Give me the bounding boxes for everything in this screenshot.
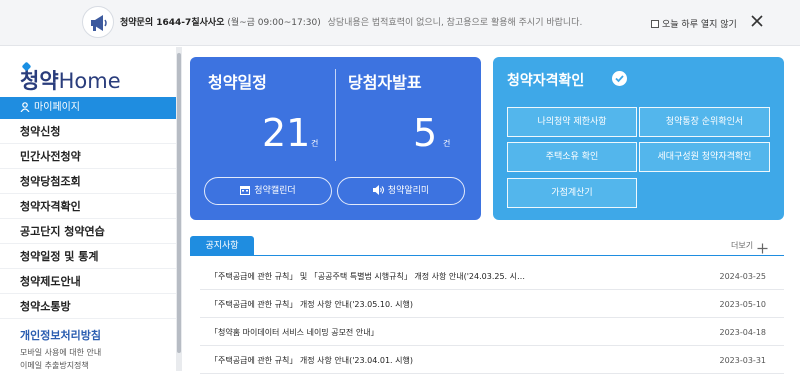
sidebar-item[interactable]: 청약당첨조회 (0, 169, 176, 194)
notice-row[interactable]: 「주택공급에 관한 규칙」 개정 사항 안내('23.04.01. 시행) 20… (200, 347, 784, 374)
notice-row[interactable]: 「주택공급에 관한 규칙」 및 「공공주택 특별법 시행규칙」 개정 사항 안내… (200, 263, 784, 290)
winners-count[interactable]: 5 (413, 111, 437, 155)
mobile-guide-link[interactable]: 모바일 사용에 대한 안내 (20, 347, 101, 358)
my-restrictions-button[interactable]: 나의청약 제한사항 (507, 107, 637, 137)
privacy-policy-link[interactable]: 개인정보처리방침 (20, 327, 101, 343)
close-icon[interactable] (748, 12, 766, 30)
alert-button-label: 청약알리미 (387, 186, 430, 196)
schedule-count[interactable]: 21 (262, 111, 310, 155)
notice-date: 2024-03-25 (719, 272, 767, 281)
notice-row[interactable]: 「주택공급에 관한 규칙」 개정 사항 안내('23.05.10. 시행) 20… (200, 291, 784, 318)
notice-phone-lead: 청약문의 1644-7 (120, 18, 192, 28)
notice-phone-tail: 칠사사오 (191, 18, 225, 28)
sidebar-item[interactable]: 공고단지 청약연습 (0, 219, 176, 244)
sidebar-item[interactable]: 민간사전청약 (0, 144, 176, 169)
schedule-card: 청약일정 당첨자발표 21 건 5 건 청약캘린더 청약알리미 (190, 57, 481, 220)
qualify-title: 청약자격확인 (507, 73, 585, 89)
notice-title[interactable]: 「주택공급에 관한 규칙」 및 「공공주택 특별법 시행규칙」 개정 사항 안내… (210, 271, 525, 282)
house-ownership-button[interactable]: 주택소유 확인 (507, 142, 637, 172)
sidebar-item[interactable]: 청약자격확인 (0, 194, 176, 219)
schedule-unit: 건 (311, 139, 319, 148)
logo-en: Home (58, 69, 121, 93)
notice-date: 2023-04-18 (719, 328, 767, 337)
notice-text: 청약문의 1644-7칠사사오 (월~금 09:00~17:30) 상담내용은 … (120, 15, 582, 28)
sidebar-item[interactable]: 청약제도안내 (0, 269, 176, 294)
site-logo[interactable]: 청약Home (20, 61, 121, 95)
notice-title[interactable]: 「청약홈 마이데이터 서비스 네이밍 공모전 안내」 (210, 327, 379, 338)
logo-ko: 청약 (20, 69, 59, 93)
person-icon (20, 99, 30, 121)
no-show-today-checkbox[interactable]: 오늘 하루 열지 않기 (651, 17, 737, 30)
notice-date: 2023-03-31 (719, 356, 767, 365)
winners-title[interactable]: 당첨자발표 (348, 69, 422, 93)
mypage-label: 마이페이지 (34, 102, 80, 113)
household-eligibility-button[interactable]: 세대구성원 청약자격확인 (639, 142, 770, 172)
schedule-title[interactable]: 청약일정 (208, 69, 267, 93)
sidebar: 청약Home 마이페이지 청약신청 민간사전청약 청약당첨조회 청약자격확인 공… (0, 47, 176, 371)
tab-notices[interactable]: 공지사항 (190, 236, 254, 256)
more-link[interactable]: 더보기 (731, 240, 753, 251)
sidebar-item-mypage[interactable]: 마이페이지 (0, 97, 176, 119)
notice-title[interactable]: 「주택공급에 관한 규칙」 개정 사항 안내('23.04.01. 시행) (210, 355, 413, 366)
no-show-label: 오늘 하루 열지 않기 (662, 20, 737, 30)
winners-unit: 건 (443, 139, 451, 148)
check-circle-icon (612, 71, 627, 86)
sidebar-menu: 청약신청 민간사전청약 청약당첨조회 청약자격확인 공고단지 청약연습 청약일정… (0, 119, 176, 319)
speaker-icon (372, 185, 384, 195)
sidebar-item[interactable]: 청약신청 (0, 119, 176, 144)
top-notice-bar: 청약문의 1644-7칠사사오 (월~금 09:00~17:30) 상담내용은 … (0, 0, 800, 46)
alert-button[interactable]: 청약알리미 (337, 177, 465, 205)
checkbox-icon[interactable] (651, 20, 659, 28)
megaphone-icon (82, 6, 114, 38)
qualify-card: 청약자격확인 나의청약 제한사항 청약통장 순위확인서 주택소유 확인 세대구성… (493, 57, 784, 220)
calendar-button-label: 청약캘린더 (254, 186, 296, 196)
points-calculator-button[interactable]: 가점계산기 (507, 178, 637, 208)
calendar-button[interactable]: 청약캘린더 (204, 177, 332, 205)
calendar-icon (240, 186, 251, 195)
scrollbar-thumb[interactable] (177, 53, 181, 353)
email-policy-link[interactable]: 이메일 추출방지정책 (20, 360, 89, 371)
notice-row[interactable]: 「청약홈 마이데이터 서비스 네이밍 공모전 안내」 2023-04-18 (200, 319, 784, 346)
sidebar-item[interactable]: 청약일정 및 통계 (0, 244, 176, 269)
notice-title[interactable]: 「주택공급에 관한 규칙」 개정 사항 안내('23.05.10. 시행) (210, 299, 413, 310)
account-rank-button[interactable]: 청약통장 순위확인서 (639, 107, 770, 137)
notice-disclaimer: 상담내용은 법적효력이 없으니, 참고용으로 활용해 주시기 바랍니다. (327, 18, 583, 28)
plus-icon[interactable] (757, 239, 768, 254)
notice-divider (190, 255, 784, 256)
sidebar-scrollbar[interactable] (176, 47, 182, 371)
notice-hours: (월~금 09:00~17:30) (227, 18, 321, 28)
card-divider (335, 69, 336, 161)
notice-date: 2023-05-10 (719, 300, 767, 309)
sidebar-item[interactable]: 청약소통방 (0, 294, 176, 319)
